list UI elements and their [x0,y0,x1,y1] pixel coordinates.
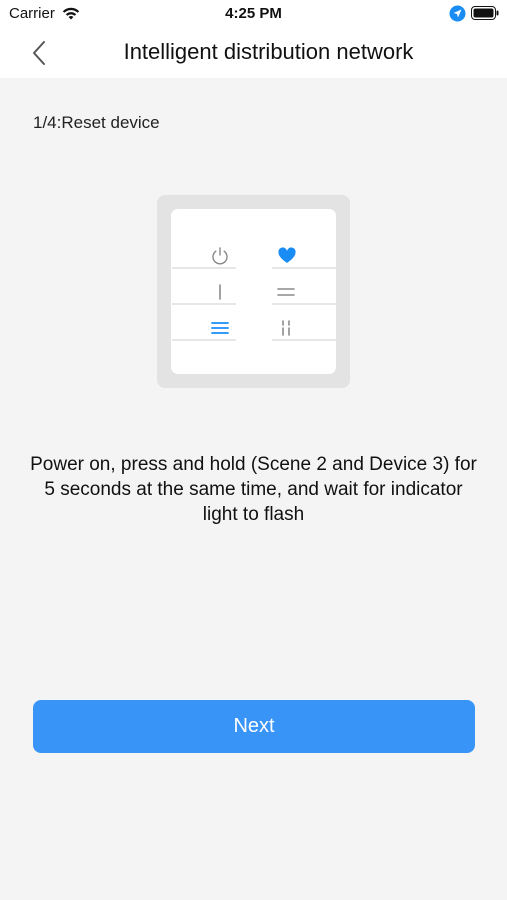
double-line-icon [277,288,295,296]
status-bar: Carrier 4:25 PM [0,0,507,28]
heart-icon [278,247,296,263]
status-time: 4:25 PM [225,5,282,22]
triple-line-icon [211,322,229,334]
divider [172,267,236,269]
navigation-bar: Intelligent distribution network [0,28,507,78]
next-button[interactable]: Next [33,700,475,753]
device-illustration [157,195,350,388]
page-title: Intelligent distribution network [123,39,414,64]
divider [272,267,336,269]
location-arrow-icon [449,5,466,22]
instruction-text: Power on, press and hold (Scene 2 and De… [30,454,477,525]
device-panel [171,209,336,374]
step-label: 1/4:Reset device [33,113,160,132]
back-button[interactable] [22,36,56,70]
divider [172,339,236,341]
divider [272,339,336,341]
single-line-icon [219,284,221,300]
divider [172,303,236,305]
pause-icon [282,320,290,336]
battery-icon [471,6,499,20]
divider [272,303,336,305]
chevron-left-icon [33,41,45,65]
power-icon [212,247,228,265]
